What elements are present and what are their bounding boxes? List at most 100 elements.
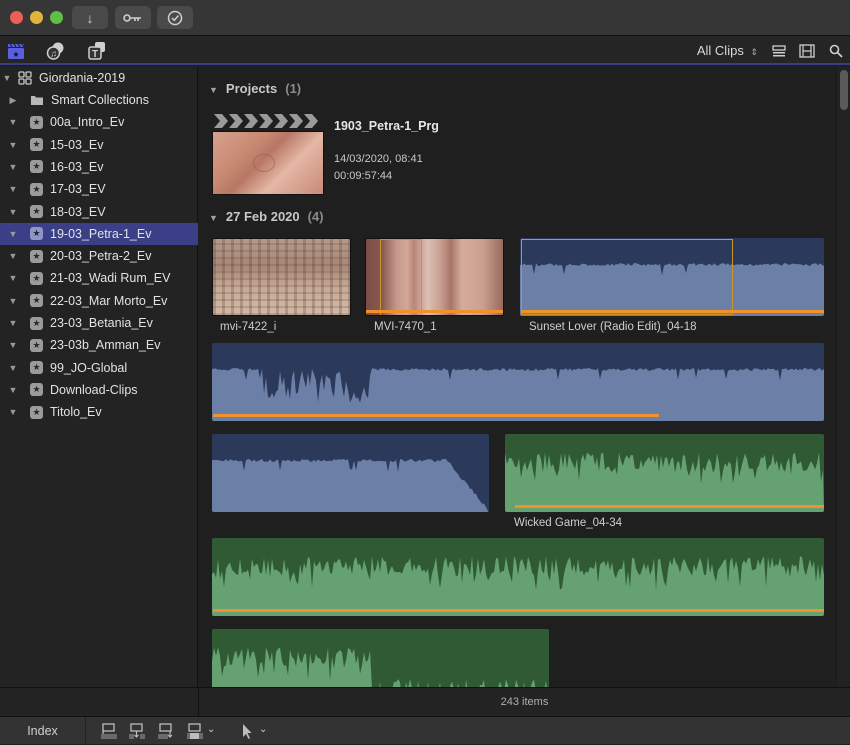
sidebar-item-event[interactable]: ▼ ★ Titolo_Ev — [0, 401, 198, 423]
timeline-toolbar: Index ⌄ ⌄ — [0, 716, 850, 745]
disclosure-triangle-icon[interactable]: ▼ — [8, 207, 18, 217]
audio-clip-waveform[interactable] — [212, 538, 824, 616]
photos-audio-tab[interactable]: ♫ — [46, 41, 66, 61]
titles-generators-tab[interactable]: T — [87, 41, 107, 61]
section-title: Projects — [225, 81, 278, 96]
sidebar-item-event[interactable]: ▼ ★ 15-03_Ev — [0, 134, 198, 156]
item-count-status: 243 items — [199, 687, 850, 716]
index-button[interactable]: Index — [0, 717, 86, 745]
disclosure-triangle-icon[interactable]: ▼ — [8, 273, 18, 283]
favorite-bar — [515, 505, 824, 508]
disclosure-triangle-icon[interactable]: ▼ — [8, 296, 18, 306]
disclosure-triangle-icon[interactable]: ▼ — [8, 340, 18, 350]
event-star-icon: ★ — [30, 205, 43, 218]
disclosure-triangle-icon[interactable]: ▼ — [8, 385, 18, 395]
connect-clip-icon — [101, 723, 117, 739]
disclosure-triangle-icon[interactable]: ▼ — [8, 117, 18, 127]
disclosure-triangle-icon[interactable]: ▼ — [8, 363, 18, 373]
tool-select-button[interactable] — [240, 723, 258, 740]
sidebar-item-event[interactable]: ▼ ★ 19-03_Petra-1_Ev — [0, 222, 198, 245]
sidebar-item-event[interactable]: ▼ ★ 23-03b_Amman_Ev — [0, 334, 198, 356]
event-star-icon: ★ — [30, 160, 43, 174]
project-name: 1903_Petra-1_Prg — [334, 119, 439, 133]
sidebar-item-label: Smart Collections — [51, 93, 149, 107]
search-button[interactable] — [826, 41, 846, 61]
photos-music-icon: ♫ — [46, 42, 64, 60]
disclosure-triangle-icon[interactable]: ▶ — [8, 95, 18, 106]
sidebar-item-event[interactable]: ▼ ★ 18-03_EV — [0, 201, 198, 223]
browser-scrollbar[interactable] — [836, 67, 850, 687]
sidebar-item-label: 00a_Intro_Ev — [50, 115, 125, 130]
disclosure-triangle-icon[interactable]: ▼ — [8, 140, 18, 150]
waveform — [212, 434, 489, 512]
sidebar-item-label: 99_JO-Global — [50, 360, 128, 375]
zoom-window-button[interactable] — [50, 11, 63, 24]
svg-text:♫: ♫ — [50, 49, 57, 59]
audio-clip-waveform[interactable] — [212, 343, 824, 421]
audio-clip-waveform[interactable] — [505, 434, 824, 512]
disclosure-triangle-icon[interactable]: ▼ — [8, 229, 18, 239]
audio-clip-waveform[interactable] — [212, 629, 549, 687]
sidebar-item-event[interactable]: ▼ ★ 23-03_Betania_Ev — [0, 312, 198, 334]
sidebar-item-event[interactable]: ▼ ★ 17-03_EV — [0, 178, 198, 200]
overwrite-clip-icon — [187, 723, 203, 739]
chevron-updown-icon: ⇕ — [750, 47, 758, 57]
disclosure-triangle-icon[interactable]: ▼ — [8, 251, 18, 261]
sidebar-item-smart-collections[interactable]: ▶ Smart Collections — [0, 89, 198, 111]
clip-name: Sunset Lover (Radio Edit)_04-18 — [529, 321, 697, 333]
checkmark-circle-icon — [167, 10, 183, 25]
insert-clip-button[interactable] — [128, 723, 146, 740]
sidebar-item-label: 19-03_Petra-1_Ev — [50, 226, 152, 241]
favorite-bar — [213, 414, 659, 417]
library-item[interactable]: ▼ Giordania-2019 — [0, 67, 198, 89]
tool-chevron-icon[interactable]: ⌄ — [259, 724, 267, 735]
event-star-icon: ★ — [30, 227, 43, 241]
minimize-window-button[interactable] — [30, 11, 43, 24]
append-clip-button[interactable] — [157, 723, 175, 740]
disclosure-triangle-icon[interactable]: ▼ — [8, 407, 18, 417]
event-star-icon: ★ — [30, 338, 43, 352]
disclosure-triangle-icon[interactable]: ▼ — [209, 85, 218, 95]
clip-appearance-button[interactable] — [769, 41, 789, 61]
libraries-tab[interactable]: ★ — [6, 41, 26, 61]
disclosure-triangle-icon[interactable]: ▼ — [8, 162, 18, 172]
date-section-header[interactable]: ▼ 27 Feb 2020 (4) — [209, 209, 324, 224]
disclosure-triangle-icon[interactable]: ▼ — [8, 318, 18, 328]
background-tasks-button[interactable] — [157, 6, 193, 29]
project-date: 14/03/2020, 08:41 — [334, 153, 423, 165]
sidebar-item-event[interactable]: ▼ ★ 21-03_Wadi Rum_EV — [0, 267, 198, 289]
close-window-button[interactable] — [10, 11, 23, 24]
favorite-bar — [366, 310, 503, 313]
clip-thumbnail[interactable] — [212, 238, 351, 316]
sidebar-item-event[interactable]: ▼ ★ 16-03_Ev — [0, 156, 198, 178]
edit-options-chevron-icon[interactable]: ⌄ — [207, 724, 215, 735]
search-icon — [829, 44, 843, 58]
clip-thumbnail[interactable] — [365, 238, 504, 316]
disclosure-triangle-icon[interactable]: ▼ — [2, 73, 12, 83]
sidebar-item-event[interactable]: ▼ ★ 22-03_Mar Morto_Ev — [0, 290, 198, 312]
audio-clip-waveform[interactable] — [212, 434, 489, 512]
overwrite-clip-button[interactable] — [186, 723, 204, 740]
list-view-icon — [772, 45, 786, 57]
project-card[interactable]: 1903_Petra-1_Prg 14/03/2020, 08:41 00:09… — [212, 112, 472, 197]
connect-clip-button[interactable] — [100, 723, 118, 740]
import-button[interactable]: ↓ — [72, 6, 108, 29]
sidebar-item-event[interactable]: ▼ ★ 00a_Intro_Ev — [0, 111, 198, 133]
sidebar-item-event[interactable]: ▼ ★ 99_JO-Global — [0, 357, 198, 379]
project-duration: 00:09:57:44 — [334, 170, 393, 182]
disclosure-triangle-icon[interactable]: ▼ — [209, 213, 218, 223]
titles-icon: T — [88, 42, 105, 60]
sidebar-item-event[interactable]: ▼ ★ 20-03_Petra-2_Ev — [0, 245, 198, 267]
sidebar-item-event[interactable]: ▼ ★ Download-Clips — [0, 379, 198, 401]
disclosure-triangle-icon[interactable]: ▼ — [8, 184, 18, 194]
scrollbar-thumb[interactable] — [840, 70, 848, 110]
event-star-icon: ★ — [30, 138, 43, 152]
audio-clip-waveform[interactable] — [520, 238, 824, 316]
projects-section-header[interactable]: ▼ Projects (1) — [209, 81, 301, 96]
clip-filter-dropdown[interactable]: All Clips ⇕ — [697, 43, 758, 58]
event-star-icon: ★ — [30, 383, 43, 397]
event-star-icon: ★ — [30, 405, 43, 419]
filmstrip-view-button[interactable] — [797, 41, 817, 61]
event-star-icon: ★ — [30, 294, 43, 308]
keywords-button[interactable] — [115, 6, 151, 29]
